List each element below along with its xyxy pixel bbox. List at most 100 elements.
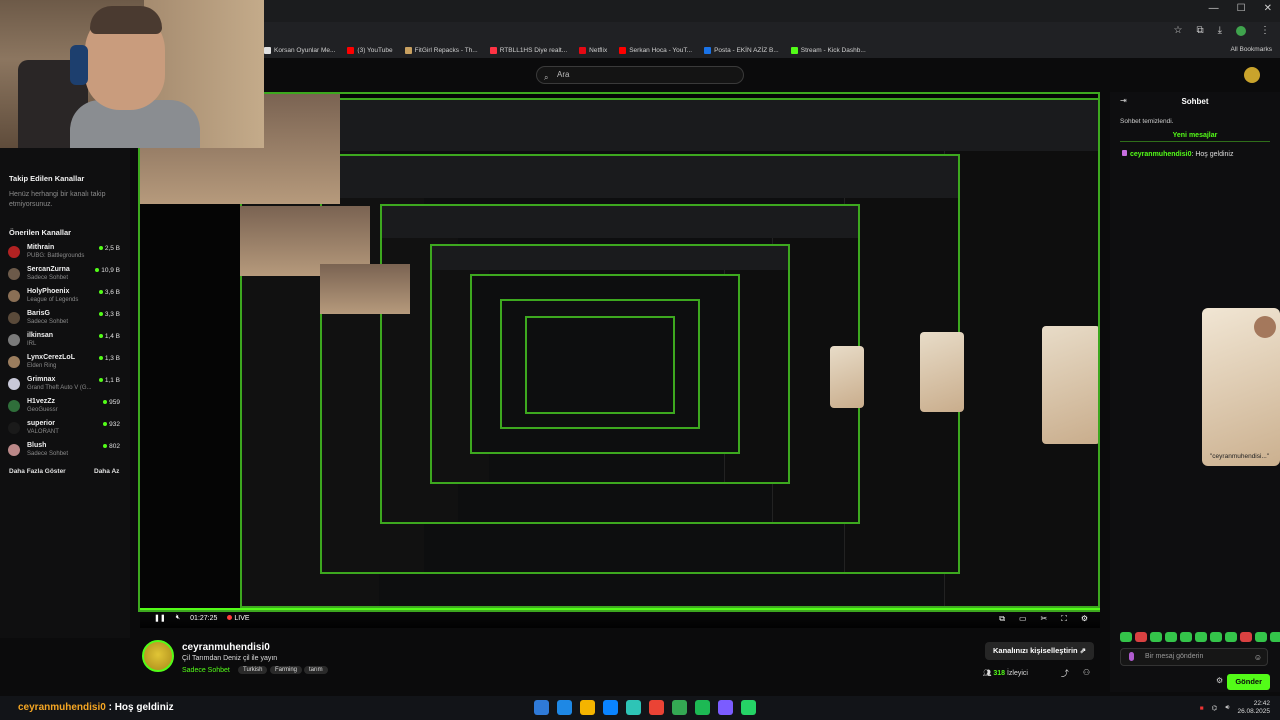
taskbar-app-icon[interactable] [626,700,641,715]
broadcaster-badge-icon [1122,150,1127,156]
maximize-icon[interactable]: ☐ [1237,3,1246,14]
channel-category: Sadece Sohbet [27,319,69,325]
theater-icon[interactable]: ▭ [1019,614,1027,624]
emote-icon[interactable] [1195,632,1207,642]
taskbar-app-icon[interactable] [718,700,733,715]
bookmark-item[interactable]: Stream - Kick Dashb... [790,46,866,54]
recommended-channel-item[interactable]: SercanZurna Sadece Sohbet 10,9 B [8,266,124,286]
bookmark-item[interactable]: RTBLL1HS Diye realt... [489,46,567,54]
bookmark-item[interactable]: (3) YouTube [347,46,393,54]
send-button[interactable]: Gönder [1227,674,1270,690]
channel-viewers: 10,9 B [95,267,120,274]
channel-viewers: 1,3 B [99,355,120,362]
emote-icon[interactable] [1180,632,1192,642]
channel-avatar [8,378,20,390]
user-settings-icon[interactable]: ⚇ [1083,668,1090,679]
recommended-channel-item[interactable]: H1vezZz GeoGuessr 959 [8,398,124,418]
fullscreen-icon[interactable]: ⛶ [1061,614,1067,624]
emote-icon[interactable] [1165,632,1177,642]
taskbar-app-icon[interactable] [649,700,664,715]
close-icon[interactable]: ✕ [1264,3,1272,14]
chat-input[interactable]: Bir mesaj gönderin ☺ [1120,648,1268,666]
taskbar-app-icon[interactable] [741,700,756,715]
emote-icon[interactable] [1210,632,1222,642]
recommended-channel-item[interactable]: HolyPhoenix League of Legends 3,6 B [8,288,124,308]
speaker-icon[interactable]: 🔊︎ [1225,704,1229,712]
tag-turkish[interactable]: Turkish [238,666,268,674]
clip-icon[interactable]: ✂ [1041,614,1048,624]
profile-icon[interactable] [1236,25,1246,36]
nested-webcam [320,264,410,314]
channel-category: VALORANT [27,429,59,435]
emoji-icon[interactable]: ☺ [1254,650,1262,666]
viewers-icon: 👥︎ [982,670,992,677]
recommended-channels-title: Önerilen Kanallar [9,228,72,237]
show-less-button[interactable]: Daha Az [94,468,119,475]
pip-icon[interactable]: ⧉ [999,614,1005,624]
recommended-channel-item[interactable]: Blush Sadece Sohbet 802 [8,442,124,462]
network-icon[interactable]: ⌬ [1212,704,1218,712]
settings-icon[interactable]: ⚙ [1081,614,1088,624]
emote-icon[interactable] [1120,632,1132,642]
bookmark-favicon-icon [264,46,271,54]
taskbar-app-icon[interactable] [580,700,595,715]
recommended-channel-item[interactable]: Grimnax Grand Theft Auto V (G... 1,1 B [8,376,124,396]
extensions-icon[interactable]: ⧉ [1196,25,1203,36]
emote-icon[interactable] [1150,632,1162,642]
recommended-channel-item[interactable]: ilkinsan IRL 1,4 B [8,332,124,352]
followed-empty-text: Henüz herhangi bir kanalı takip etmiyors… [9,191,106,208]
volume-icon[interactable]: 🔇︎ [176,614,180,622]
channel-name: Mithrain [27,244,55,251]
viewer-count: 👥︎ 318 İzleyici [982,670,1029,677]
bookmark-item[interactable]: Korsan Oyunlar Me... [264,46,335,54]
clock[interactable]: 22:42 26.08.2025 [1237,700,1270,716]
recommended-channel-item[interactable]: Mithrain PUBG: Battlegrounds 2,5 B [8,244,124,264]
bookmark-favicon-icon [489,46,497,54]
share-icon[interactable]: ⤴ [1061,668,1069,679]
video-player[interactable] [138,92,1100,612]
channel-name[interactable]: ceyranmuhendisi0 [182,642,270,653]
video-progress[interactable] [140,608,1100,610]
taskbar-app-icon[interactable] [557,700,572,715]
recommended-channel-item[interactable]: BarisG Sadece Sohbet 3,3 B [8,310,124,330]
bookmark-favicon-icon [619,46,627,54]
emote-icon[interactable] [1255,632,1267,642]
channel-name: Grimnax [27,376,56,383]
bookmark-item[interactable]: Netflix [579,46,607,54]
recommended-channel-item[interactable]: superior VALORANT 932 [8,420,124,440]
channel-avatar[interactable] [142,640,174,672]
bookmark-item[interactable]: Serkan Hoca - YouT... [619,46,692,54]
menu-icon[interactable]: ⋮ [1260,25,1270,36]
customize-channel-button[interactable]: Kanalınızı kişiselleştirin ⇗ [985,642,1094,660]
emote-icon[interactable] [1135,632,1147,642]
bookmark-item[interactable]: Posta - EKİN AZİZ B... [704,46,779,54]
emote-icon[interactable] [1225,632,1237,642]
taskbar-app-icon[interactable] [603,700,618,715]
recommended-channel-item[interactable]: LynxCerezLoL Elden Ring 1,3 B [8,354,124,374]
emote-icon[interactable] [1240,632,1252,642]
download-icon[interactable]: ⤓ [1218,25,1222,36]
video-controls: ❚❚ 🔇︎ 01:27:25 LIVE ⧉ ▭ ✂ ⛶ ⚙ [140,612,1100,628]
taskbar-app-icon[interactable] [534,700,549,715]
emote-icon[interactable] [1270,632,1280,642]
channel-name: SercanZurna [27,266,70,273]
taskbar-app-icon[interactable] [695,700,710,715]
nested-stream-frame [525,316,675,414]
star-icon[interactable]: ☆ [1173,25,1182,36]
minimize-icon[interactable]: — [1209,3,1219,14]
tag-tarim[interactable]: tarım [304,666,328,674]
chat-overlay-message: ceyranmuhendisi0 : Hoş geldiniz [18,702,174,713]
user-avatar[interactable] [1244,67,1260,83]
bookmark-favicon-icon [347,46,355,54]
record-icon[interactable]: ■ [1200,705,1204,712]
search-input[interactable]: ⌕ Ara [536,66,744,84]
stream-category[interactable]: Sadece Sohbet [182,667,230,674]
nested-facecam [920,332,964,412]
pause-icon[interactable]: ❚❚ [154,614,166,622]
taskbar-app-icon[interactable] [672,700,687,715]
all-bookmarks-button[interactable]: All Bookmarks [1230,46,1272,53]
bookmark-item[interactable]: FitGirl Repacks - Th... [404,46,478,54]
tag-farming[interactable]: Farming [270,666,303,674]
chat-settings-icon[interactable]: ⚙ [1216,676,1223,685]
show-more-button[interactable]: Daha Fazla Göster [9,468,66,475]
